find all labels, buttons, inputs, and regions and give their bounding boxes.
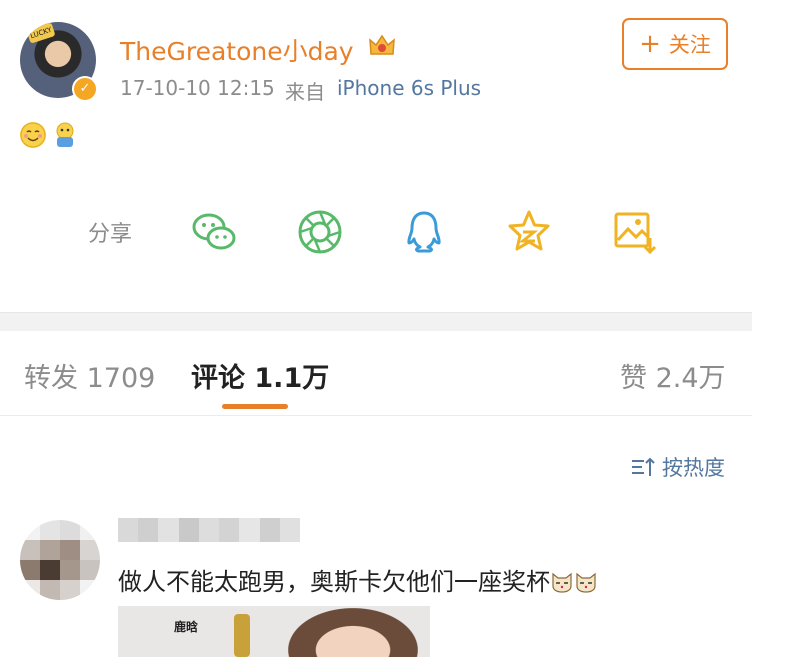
save-image-icon[interactable] xyxy=(610,208,658,256)
vip-crown-icon[interactable] xyxy=(368,32,396,58)
section-divider xyxy=(0,312,752,331)
moments-icon[interactable] xyxy=(296,208,344,256)
follow-button[interactable]: + 关注 xyxy=(622,18,728,70)
sort-label: 按热度 xyxy=(662,456,725,480)
tab-repost[interactable]: 转发 1709 xyxy=(24,356,155,395)
sort-icon xyxy=(632,457,655,476)
share-label: 分享 xyxy=(88,222,133,247)
comment-avatar-blurred[interactable] xyxy=(20,520,100,600)
post-source-label: 来自 xyxy=(285,80,325,104)
comment-text: 做人不能太跑男，奥斯卡欠他们一座奖杯 xyxy=(118,568,550,596)
comment-username-blurred[interactable] xyxy=(118,518,300,542)
plus-icon: + xyxy=(639,29,661,59)
tab-comment[interactable]: 评论 1.1万 xyxy=(191,356,329,395)
verified-badge-icon: ✓ xyxy=(72,76,98,102)
wechat-icon[interactable] xyxy=(190,208,238,256)
follow-label: 关注 xyxy=(668,33,711,57)
active-tab-indicator xyxy=(222,404,288,409)
post-source-device[interactable]: iPhone 6s Plus xyxy=(337,76,481,100)
smiling-emoji-icon xyxy=(20,122,46,148)
qq-icon[interactable] xyxy=(400,208,448,256)
image-caption: 鹿晗 xyxy=(174,620,199,634)
comment-attached-image[interactable]: 鹿晗 xyxy=(118,606,430,657)
cat-emoji-icon xyxy=(576,572,596,593)
sort-by-hot-button[interactable]: 按热度 xyxy=(630,452,725,482)
post-username[interactable]: TheGreatone小day xyxy=(120,32,354,68)
post-timestamp: 17-10-10 12:15 xyxy=(120,76,275,100)
tabs-divider xyxy=(0,415,752,416)
hug-emoji-icon xyxy=(56,122,74,147)
qzone-star-icon[interactable] xyxy=(505,208,553,256)
tab-like[interactable]: 赞 2.4万 xyxy=(620,356,726,395)
avatar-crown-decoration: LUCKY xyxy=(26,22,56,44)
image-portrait xyxy=(288,608,418,657)
comment-text-row: 做人不能太跑男，奥斯卡欠他们一座奖杯 xyxy=(118,562,598,597)
cat-emoji-icon xyxy=(552,572,572,593)
trophy-figure xyxy=(234,614,250,657)
